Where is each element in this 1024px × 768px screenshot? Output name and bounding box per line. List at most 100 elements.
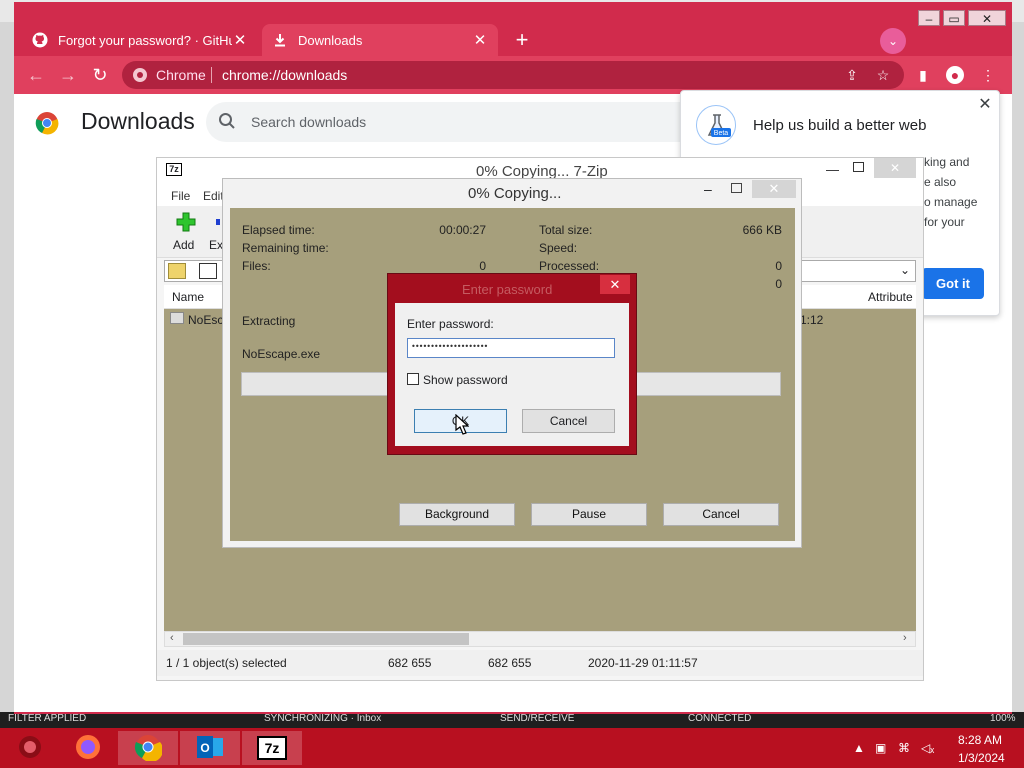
close-window-button[interactable]: ✕ [968,10,1006,26]
taskbar-explorer[interactable] [0,731,60,765]
reload-button[interactable]: ↻ [87,62,113,88]
password-label: Enter password: [407,317,494,331]
address-url[interactable]: chrome://downloads [222,67,347,83]
processed-label: Processed: [539,259,600,273]
help-popup-title: Help us build a better web [753,117,927,134]
background-status-bar: FILTER APPLIED SYNCHRONIZING · Inbox SEN… [0,712,1024,728]
compressed-value: 0 [775,277,782,291]
maximize-button[interactable]: ▭ [943,10,965,26]
address-separator [211,67,212,83]
menu-file[interactable]: File [171,189,190,203]
maximize-button[interactable] [853,162,864,172]
close-window-button[interactable]: ✕ [600,275,630,294]
total-size-value: 666 KB [742,223,782,237]
volume-muted-icon[interactable]: ◁ₓ [921,741,934,755]
minimize-button[interactable]: – [918,10,940,26]
taskbar-chrome[interactable] [118,731,178,765]
show-password-label[interactable]: Show password [423,373,508,387]
bookmark-star-icon[interactable]: ☆ [874,66,892,84]
taskbar-7zip[interactable]: 7z [242,731,302,765]
chrome-icon [132,67,148,83]
cancel-button[interactable]: Cancel [522,409,615,433]
copying-title: 0% Copying... [468,185,562,202]
background-window-right [1012,22,1024,722]
add-button-label[interactable]: Add [173,238,194,252]
help-popup-text: for your [924,215,965,229]
show-password-checkbox[interactable] [407,373,419,385]
tab-downloads[interactable]: Downloads ✕ [262,24,498,56]
chevron-up-icon[interactable]: ▲ [853,741,865,755]
menu-edit[interactable]: Edit [203,189,224,203]
page-title: Downloads [81,108,195,134]
address-chip: Chrome [156,67,206,83]
taskbar-outlook[interactable]: O [180,731,240,765]
maximize-button[interactable] [731,183,742,193]
folder-icon[interactable] [199,263,217,279]
connected-label: CONNECTED [688,713,752,724]
taskbar-firefox[interactable] [58,731,118,765]
network-icon[interactable]: ▣ [875,741,886,755]
chevron-down-icon[interactable]: ⌄ [900,263,910,277]
background-button[interactable]: Background [399,503,515,526]
mouse-cursor-icon [455,413,470,436]
tab-title: Forgot your password? · GitHub [58,32,232,48]
remaining-label: Remaining time: [242,241,329,255]
help-popup-text: king and [924,155,970,169]
profile-avatar-icon[interactable]: ● [946,66,964,84]
wifi-icon[interactable]: ⌘ [898,741,910,755]
help-popup-text: o manage [924,195,978,209]
files-value: 0 [479,259,486,273]
menu-kebab-icon[interactable]: ⋮ [979,66,997,84]
beta-flask-icon: Beta [696,105,736,145]
table-row[interactable]: NoEsc [188,313,223,327]
pause-button[interactable]: Pause [531,503,647,526]
back-button[interactable]: ← [23,62,49,88]
outlook-icon: O [195,734,225,763]
cancel-button[interactable]: Cancel [663,503,779,526]
file-modified-cell: 1:12 [800,313,824,327]
tab-search-button[interactable]: ⌄ [880,28,906,54]
chrome-logo-icon [35,111,59,135]
minimize-button[interactable]: – [704,181,712,197]
scrollbar-thumb[interactable] [183,633,469,645]
tab-title: Downloads [298,32,363,48]
add-plus-icon[interactable] [176,212,196,232]
share-icon[interactable]: ⇪ [843,66,861,84]
close-window-button[interactable]: ✕ [752,180,796,198]
up-folder-icon[interactable] [168,263,186,279]
scroll-left-icon[interactable]: ‹ [170,632,174,644]
close-window-button[interactable]: ✕ [874,158,916,178]
beta-badge: Beta [714,130,729,137]
new-tab-button[interactable]: + [510,29,534,53]
forward-button[interactable]: → [55,62,81,88]
extract-icon[interactable] [216,219,220,225]
side-panel-icon[interactable]: ▮ [914,66,932,84]
elapsed-label: Elapsed time: [242,223,315,237]
background-window-left [0,22,14,722]
tab-github[interactable]: Forgot your password? · GitHub ✕ [22,24,258,56]
password-input[interactable]: •••••••••••••••••••• [407,338,615,358]
sync-label: SYNCHRONIZING · Inbox [264,713,382,724]
minimize-button[interactable]: — [826,162,839,177]
search-placeholder: Search downloads [251,114,367,130]
explorer-icon [16,733,44,764]
total-size-label: Total size: [539,223,593,237]
svg-text:O: O [200,741,209,755]
7zip-icon: 7z [166,163,182,176]
close-icon[interactable]: ✕ [472,31,488,49]
close-icon[interactable]: ✕ [976,96,994,114]
firefox-icon [74,733,102,764]
help-popup-text: e also [924,175,957,189]
password-dialog-title: Enter password [462,282,553,297]
status-modified: 2020-11-29 01:11:57 [588,656,698,670]
file-icon [170,312,184,324]
chrome-icon [134,733,164,764]
taskbar-clock-time[interactable]: 8:28 AM [958,733,1002,747]
column-attributes[interactable]: Attribute [868,290,913,304]
scroll-right-icon[interactable]: › [903,632,907,644]
close-icon[interactable]: ✕ [232,31,248,49]
got-it-button[interactable]: Got it [922,268,984,299]
taskbar-clock-date[interactable]: 1/3/2024 [958,751,1005,765]
column-name[interactable]: Name [172,290,204,304]
status-packed: 682 655 [488,656,532,670]
